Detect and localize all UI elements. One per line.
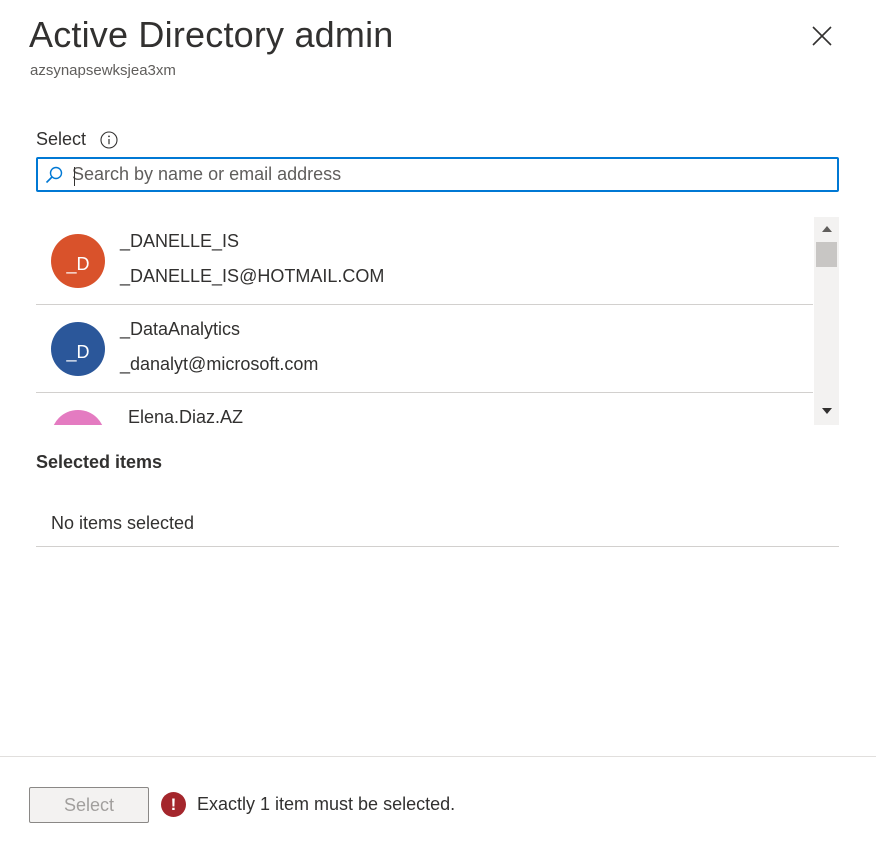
footer-divider <box>0 756 876 757</box>
result-name: _DANELLE_IS <box>120 231 240 251</box>
search-results[interactable]: _D _DANELLE_IS _DANELLE_IS@HOTMAIL.COM _… <box>36 217 839 425</box>
info-icon[interactable] <box>100 130 118 149</box>
avatar-initials: _D <box>66 341 90 362</box>
results-list: _D _DANELLE_IS _DANELLE_IS@HOTMAIL.COM _… <box>36 217 813 425</box>
close-button[interactable] <box>808 22 836 50</box>
select-button[interactable]: Select <box>29 787 149 823</box>
search-box[interactable] <box>36 157 839 192</box>
search-icon <box>44 165 64 185</box>
selected-items-empty: No items selected <box>51 513 195 533</box>
caret-up-icon <box>821 226 832 232</box>
avatar <box>51 410 105 425</box>
scroll-down-button[interactable] <box>814 401 839 421</box>
error-icon: ! <box>161 792 186 817</box>
avatar: _D <box>51 322 105 376</box>
avatar-initials: _D <box>66 253 90 274</box>
scroll-thumb[interactable] <box>816 242 837 267</box>
scroll-up-button[interactable] <box>814 219 839 239</box>
validation-message: Exactly 1 item must be selected. <box>197 794 456 814</box>
divider <box>36 546 839 547</box>
result-row[interactable]: _D _DataAnalytics _danalyt@microsoft.com <box>36 305 813 393</box>
panel-subtitle: azsynapsewksjea3xm <box>30 62 176 79</box>
active-directory-admin-panel: Active Directory admin azsynapsewksjea3x… <box>0 0 876 842</box>
caret-down-icon <box>821 408 832 414</box>
avatar: _D <box>51 234 105 288</box>
panel-title: Active Directory admin <box>29 14 394 55</box>
close-icon <box>812 26 832 46</box>
error-symbol: ! <box>170 794 177 814</box>
search-input[interactable] <box>72 159 837 190</box>
result-name: _DataAnalytics <box>120 319 241 339</box>
result-row[interactable]: Elena.Diaz.AZ <box>36 393 813 425</box>
result-row[interactable]: _D _DANELLE_IS _DANELLE_IS@HOTMAIL.COM <box>36 217 813 305</box>
selected-items-heading: Selected items <box>36 452 163 472</box>
select-label: Select <box>36 129 87 149</box>
result-email: _danalyt@microsoft.com <box>120 354 319 374</box>
result-name: Elena.Diaz.AZ <box>128 407 244 425</box>
select-label-row: Select <box>36 129 118 150</box>
text-caret <box>74 167 75 186</box>
results-scrollbar[interactable] <box>814 217 839 425</box>
result-email: _DANELLE_IS@HOTMAIL.COM <box>120 266 385 286</box>
